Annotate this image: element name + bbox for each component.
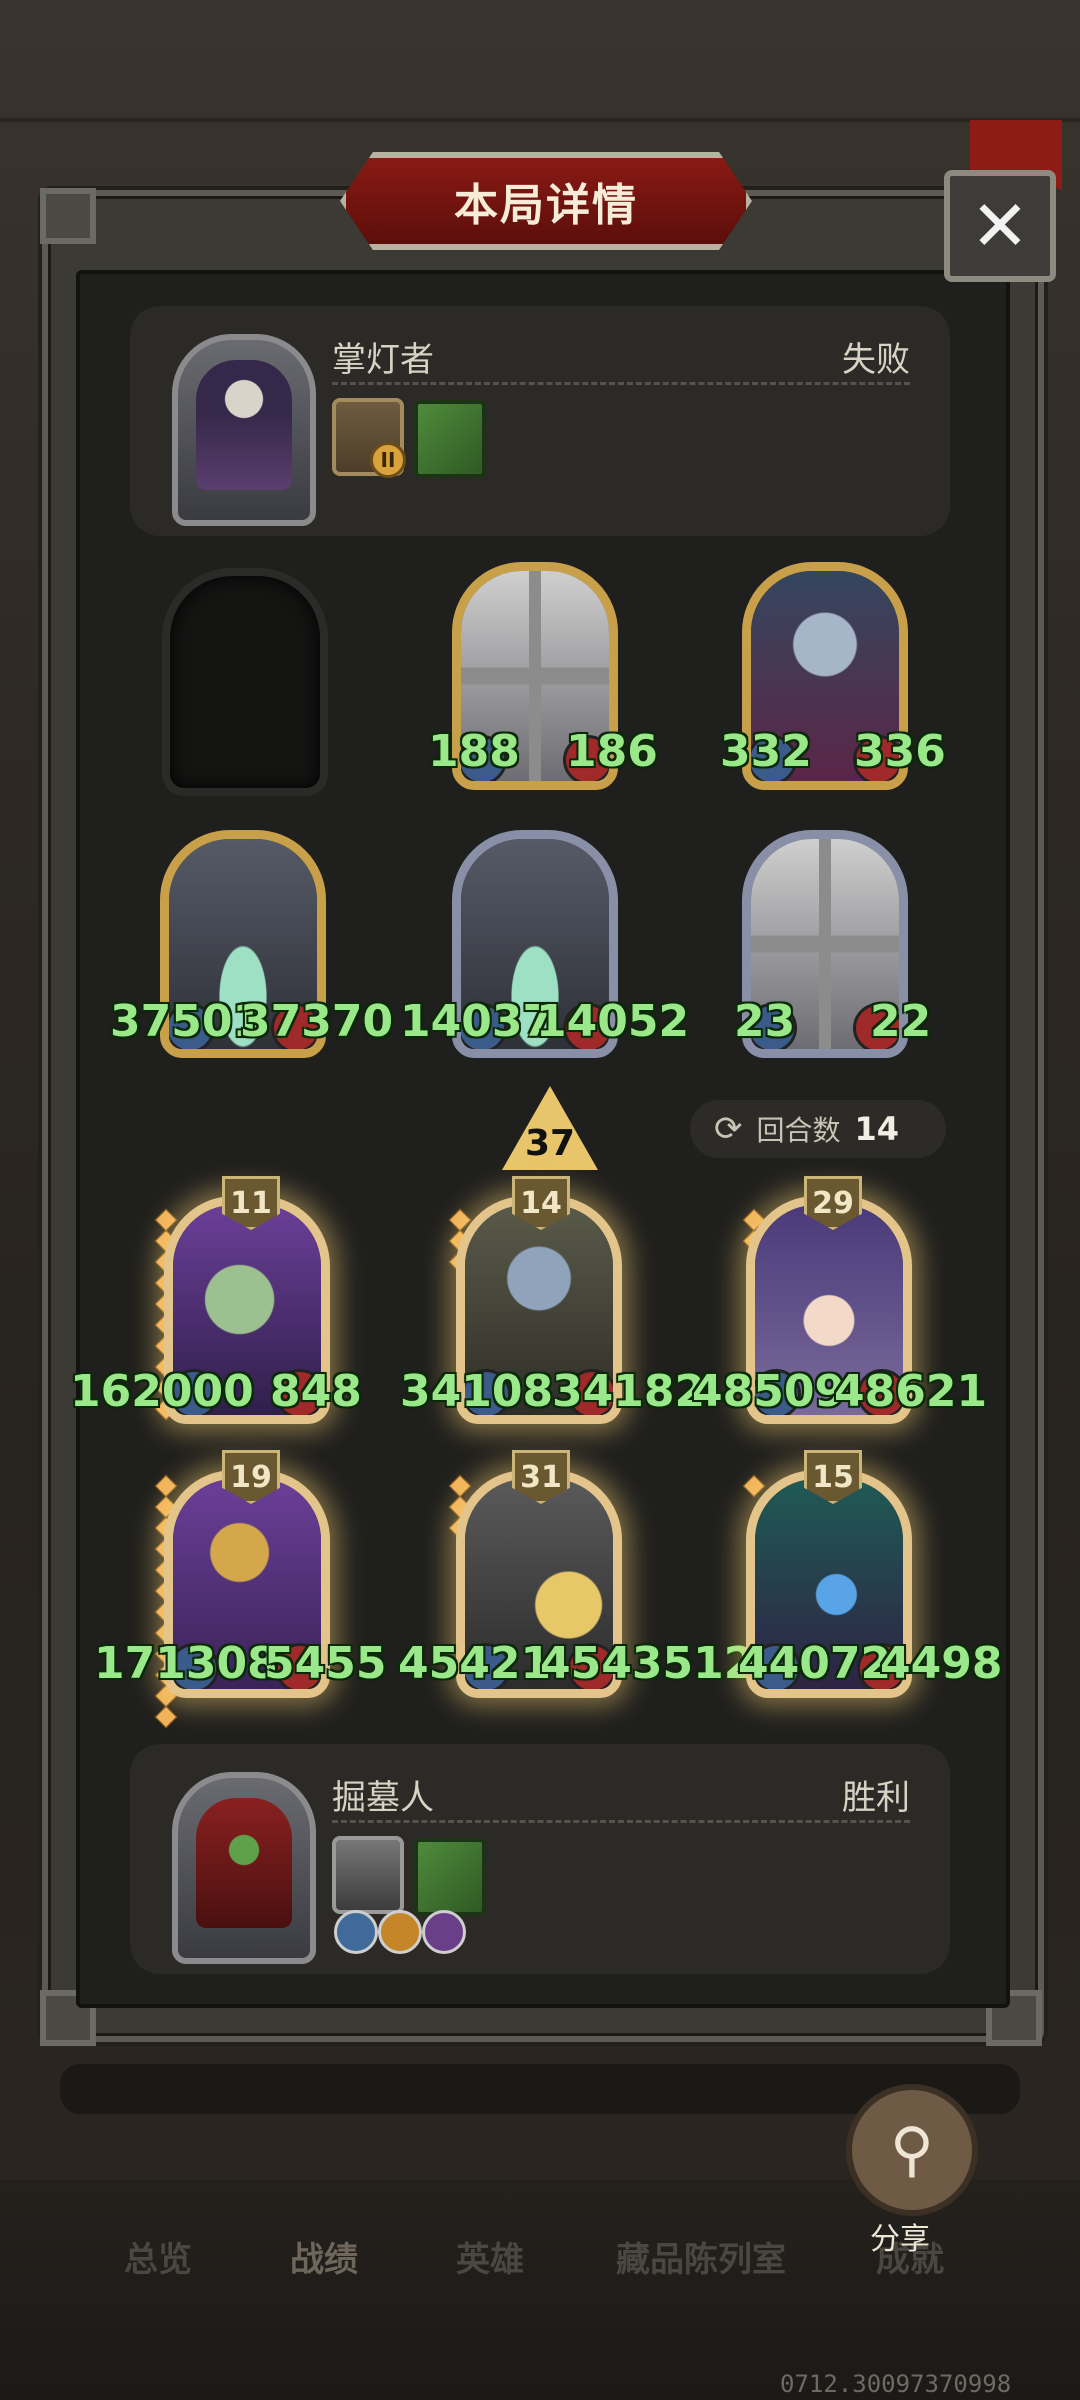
health-value: 34182 bbox=[552, 1366, 706, 1417]
attack-value: 44072 bbox=[738, 1638, 892, 1689]
attack-value: 188 bbox=[428, 726, 520, 777]
tab-overview[interactable]: 总览 bbox=[124, 2232, 192, 2281]
dialog-title: 本局详情 bbox=[454, 180, 638, 231]
health-value: 37370 bbox=[240, 996, 394, 1047]
close-button[interactable]: ✕ bbox=[944, 170, 1056, 282]
attack-value: 23 bbox=[734, 996, 796, 1047]
share-icon: ⚲ bbox=[890, 2115, 934, 2185]
health-value: 4543512 bbox=[540, 1638, 755, 1689]
tab-collection[interactable]: 藏品陈列室 bbox=[616, 2232, 786, 2281]
health-value: 186 bbox=[566, 726, 658, 777]
attack-value: 34108 bbox=[400, 1366, 554, 1417]
trophy-trait-icon[interactable] bbox=[422, 1910, 466, 1954]
attack-value: 14037 bbox=[400, 996, 554, 1047]
health-value: 4498 bbox=[880, 1638, 1003, 1689]
empty-slot bbox=[162, 568, 328, 796]
attack-indicator-value: 37 bbox=[524, 1123, 576, 1164]
sword-trait-icon[interactable] bbox=[334, 1910, 378, 1954]
flame-trait-icon[interactable] bbox=[378, 1910, 422, 1954]
tab-records[interactable]: 战绩 bbox=[290, 2232, 358, 2281]
card-badge: II bbox=[370, 442, 406, 478]
attack-value: 48509 bbox=[692, 1366, 846, 1417]
share-label[interactable]: 分享 bbox=[870, 2214, 930, 2258]
refresh-icon: ⟳ bbox=[714, 1109, 743, 1149]
opponent-result: 失败 bbox=[842, 340, 910, 380]
health-value: 848 bbox=[270, 1366, 362, 1417]
spellbook-icon[interactable] bbox=[414, 1838, 486, 1916]
divider bbox=[332, 1820, 910, 1823]
attack-value: 45421 bbox=[398, 1638, 552, 1689]
player-result: 胜利 bbox=[842, 1778, 910, 1818]
player-avatar[interactable] bbox=[172, 1772, 316, 1964]
player-name: 掘墓人 bbox=[332, 1778, 434, 1818]
player-panel: 掘墓人 胜利 bbox=[130, 1744, 950, 1974]
attack-value: 162000 bbox=[70, 1366, 254, 1417]
attack-value: 171308 bbox=[94, 1638, 278, 1689]
rounds-counter: ⟳ 回合数 14 bbox=[690, 1100, 946, 1158]
opponent-avatar[interactable] bbox=[172, 334, 316, 526]
title-banner: 本局详情 bbox=[340, 152, 752, 250]
share-button[interactable]: ⚲ bbox=[846, 2084, 978, 2216]
divider bbox=[332, 382, 910, 385]
health-value: 14052 bbox=[536, 996, 690, 1047]
health-value: 22 bbox=[870, 996, 932, 1047]
opponent-name: 掌灯者 bbox=[332, 340, 434, 380]
build-id: 0712.30097370998 bbox=[780, 2370, 1012, 2398]
frame-corner bbox=[40, 188, 96, 244]
rounds-label: 回合数 bbox=[756, 1114, 841, 1147]
knight-card-icon[interactable] bbox=[332, 1836, 404, 1914]
attack-value: 332 bbox=[720, 726, 812, 777]
health-value: 48621 bbox=[834, 1366, 988, 1417]
opponent-panel: 掌灯者 失败 II bbox=[130, 306, 950, 536]
spellbook-icon[interactable] bbox=[414, 400, 486, 478]
health-value: 336 bbox=[854, 726, 946, 777]
rounds-value: 14 bbox=[854, 1110, 900, 1148]
health-value: 5455 bbox=[264, 1638, 387, 1689]
close-icon: ✕ bbox=[970, 185, 1030, 267]
tab-heroes[interactable]: 英雄 bbox=[456, 2232, 524, 2281]
divider bbox=[0, 118, 1080, 122]
